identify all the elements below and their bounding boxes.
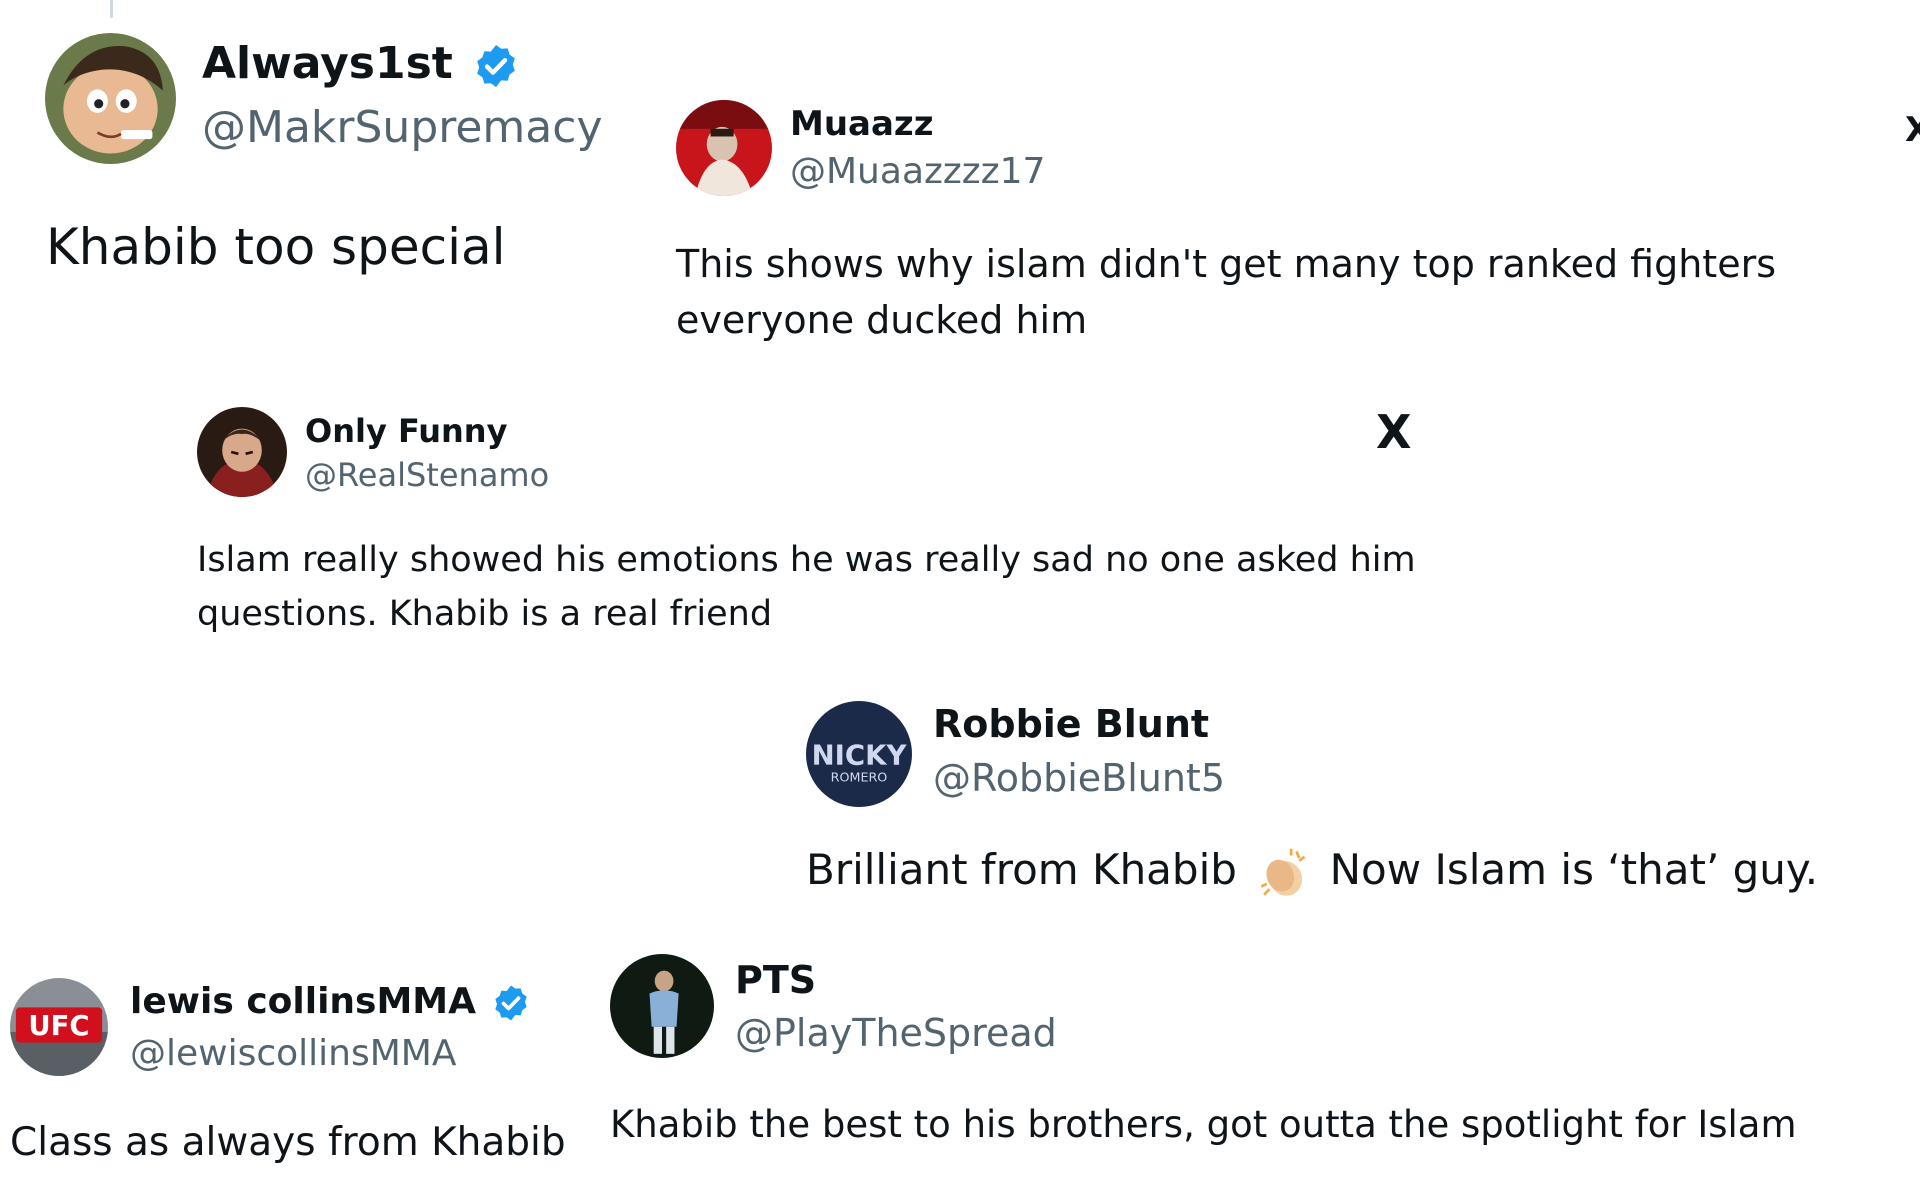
avatar-brand-text: NICKY xyxy=(812,740,908,772)
post-text: Brilliant from Khabib Now Islam is ‘that… xyxy=(806,845,1916,900)
clapping-hands-icon xyxy=(1256,846,1310,900)
post-author-name[interactable]: Muaazz xyxy=(790,104,934,144)
post-text-after: Now Islam is ‘that’ guy. xyxy=(1329,845,1819,894)
avatar-brand-subtext: ROMERO xyxy=(831,770,888,785)
verified-badge-icon xyxy=(472,42,520,90)
post-author-name[interactable]: Always1st xyxy=(202,38,520,90)
post-author-handle[interactable]: @RealStenamo xyxy=(305,456,549,494)
post-author-name[interactable]: PTS xyxy=(735,958,816,1002)
athlete-avatar-icon[interactable] xyxy=(610,954,714,1058)
post-text: Khabib too special xyxy=(46,218,506,276)
verified-badge-icon xyxy=(491,983,531,1023)
cartoon-avatar-icon[interactable] xyxy=(45,33,176,164)
post-author-handle[interactable]: @RobbieBlunt5 xyxy=(933,756,1225,800)
post-author-handle[interactable]: @Muaazzzz17 xyxy=(790,151,1045,192)
post-author-name[interactable]: lewis collinsMMA xyxy=(130,981,531,1023)
avatar-brand-text: UFC xyxy=(28,1011,89,1042)
post-text-before: Brilliant from Khabib xyxy=(806,845,1237,894)
x-logo-icon: X xyxy=(1376,405,1412,459)
post-text: Khabib the best to his brothers, got out… xyxy=(610,1103,1797,1146)
post-author-name[interactable]: Only Funny xyxy=(305,412,507,450)
post-author-handle[interactable]: @MakrSupremacy xyxy=(202,102,603,153)
thread-line xyxy=(110,0,113,18)
nicky-romero-avatar-icon[interactable]: NICKY ROMERO xyxy=(806,701,912,807)
ufc-avatar-icon[interactable]: UFC xyxy=(10,978,108,1076)
post-author-handle[interactable]: @PlayTheSpread xyxy=(735,1011,1057,1055)
post-author-handle[interactable]: @lewiscollinsMMA xyxy=(130,1033,457,1074)
post-text: Islam really showed his emotions he was … xyxy=(197,540,1416,634)
fighter-avatar-icon[interactable] xyxy=(676,100,772,196)
anime-avatar-icon[interactable] xyxy=(197,407,287,497)
x-logo-icon: X xyxy=(1905,110,1920,150)
post-author-name[interactable]: Robbie Blunt xyxy=(933,702,1209,746)
post-text: This shows why islam didn't get many top… xyxy=(676,242,1776,342)
post-text: Class as always from Khabib xyxy=(10,1120,566,1165)
